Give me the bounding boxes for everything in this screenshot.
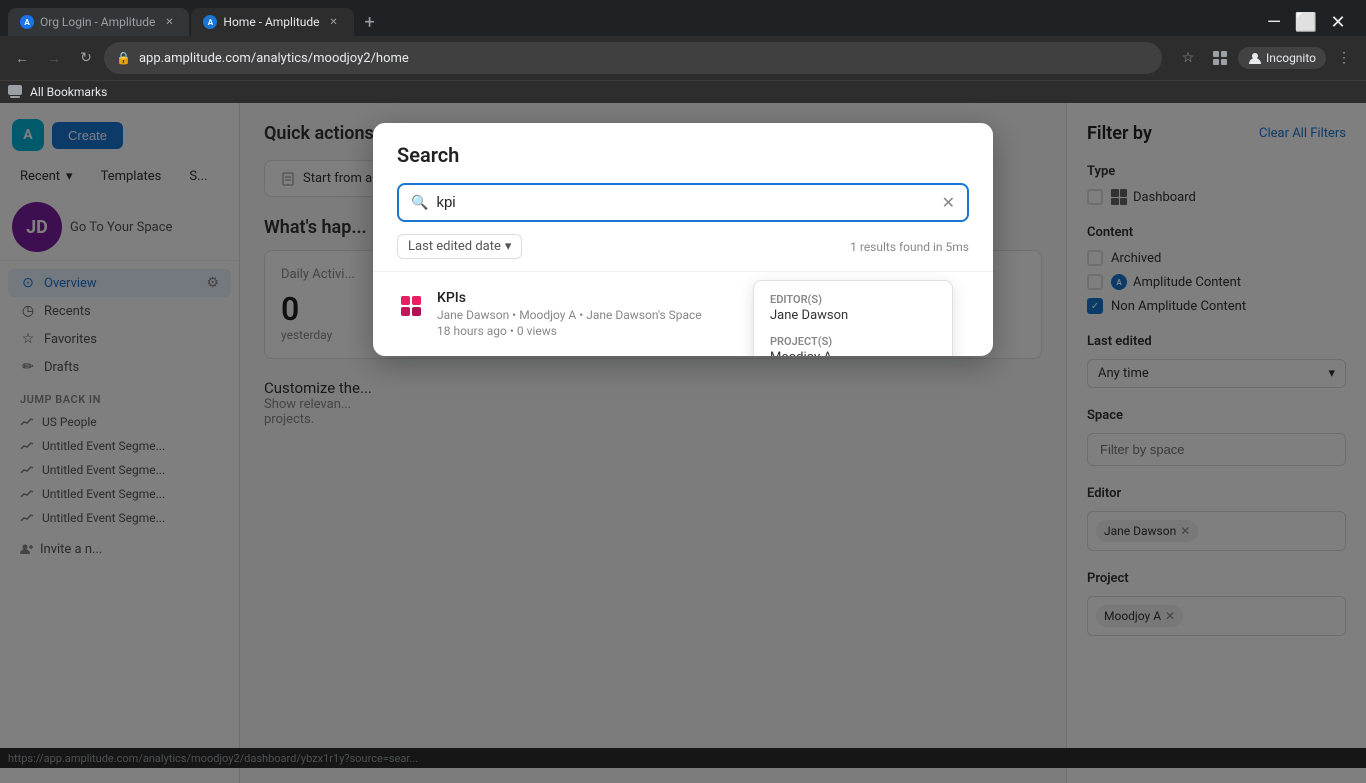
bookmarks-bar: All Bookmarks [0, 80, 1366, 103]
window-controls: — ⬜ ✕ [1262, 10, 1358, 34]
search-input-wrapper: 🔍 ✕ [397, 183, 969, 222]
address-bar[interactable]: 🔒 app.amplitude.com/analytics/moodjoy2/h… [104, 42, 1162, 74]
tab-org-login[interactable]: A Org Login - Amplitude ✕ [8, 8, 189, 36]
address-url: app.amplitude.com/analytics/moodjoy2/hom… [139, 51, 409, 66]
nav-actions: ☆ Incognito ⋮ [1174, 44, 1358, 72]
tab-bar: A Org Login - Amplitude ✕ A Home - Ampli… [0, 0, 1366, 36]
grid-cell-3 [401, 307, 410, 316]
dropdown-project-value: Moodjoy A [770, 350, 936, 356]
search-header: Search 🔍 ✕ [373, 123, 993, 222]
results-count: 1 results found in 5ms [850, 240, 969, 254]
dropdown-editor-value: Jane Dawson [770, 308, 936, 323]
tab-home[interactable]: A Home - Amplitude ✕ [191, 8, 353, 36]
last-edited-date-arrow: ▾ [505, 239, 512, 254]
tab-title-2: Home - Amplitude [223, 15, 319, 29]
tab-close-2[interactable]: ✕ [326, 14, 342, 30]
last-edited-date-button[interactable]: Last edited date ▾ [397, 234, 522, 259]
grid-cell-1 [401, 296, 410, 305]
bookmarks-icon [8, 85, 22, 99]
grid-cell-4 [412, 307, 421, 316]
last-edited-date-label: Last edited date [408, 239, 501, 254]
search-result-kpis[interactable]: KPIs Jane Dawson • Moodjoy A • Jane Daws… [373, 280, 993, 348]
star-button[interactable]: ☆ [1174, 44, 1202, 72]
minimize-button[interactable]: — [1262, 10, 1286, 34]
result-dropdown: Editor(s) Jane Dawson Project(s) Moodjoy… [753, 280, 953, 356]
dropdown-project-label: Project(s) [770, 335, 936, 348]
search-filters-bar: Last edited date ▾ 1 results found in 5m… [373, 222, 993, 272]
maximize-button[interactable]: ⬜ [1294, 10, 1318, 34]
result-kpis-icon [397, 292, 425, 320]
result-kpis-views: 0 views [517, 324, 557, 338]
nav-bar: ← → ↻ 🔒 app.amplitude.com/analytics/mood… [0, 36, 1366, 80]
app-content: A Create Recent ▾ Templates S... JD Go T… [0, 103, 1366, 783]
tab-title-1: Org Login - Amplitude [40, 15, 155, 29]
result-kpis-time-ago: 18 hours ago [437, 324, 507, 338]
dropdown-project-section: Project(s) Moodjoy A [770, 335, 936, 356]
search-input[interactable] [436, 194, 933, 211]
search-results: KPIs Jane Dawson • Moodjoy A • Jane Daws… [373, 272, 993, 356]
tab-favicon-1: A [20, 15, 34, 29]
bookmarks-label: All Bookmarks [30, 85, 107, 99]
back-button[interactable]: ← [8, 44, 36, 72]
incognito-badge[interactable]: Incognito [1238, 47, 1326, 69]
search-icon: 🔍 [411, 195, 428, 211]
menu-button[interactable]: ⋮ [1330, 44, 1358, 72]
dashboard-result-grid [401, 296, 421, 316]
result-kpis-breadcrumb: Jane Dawson • Moodjoy A • Jane Dawson's … [437, 308, 702, 322]
search-clear-button[interactable]: ✕ [942, 193, 955, 212]
tab-close-1[interactable]: ✕ [161, 14, 177, 30]
extensions-button[interactable] [1206, 44, 1234, 72]
lock-icon: 🔒 [116, 51, 131, 65]
search-title: Search [397, 143, 969, 167]
tab-favicon-2: A [203, 15, 217, 29]
close-button[interactable]: ✕ [1326, 10, 1350, 34]
forward-button[interactable]: → [40, 44, 68, 72]
dropdown-editor-label: Editor(s) [770, 293, 936, 306]
reload-button[interactable]: ↻ [72, 44, 100, 72]
result-kpis-separator: • [510, 324, 517, 338]
new-tab-button[interactable]: + [356, 8, 384, 36]
search-modal: Search 🔍 ✕ Last edited date ▾ 1 results … [373, 123, 993, 356]
dropdown-editor-section: Editor(s) Jane Dawson [770, 293, 936, 323]
incognito-label: Incognito [1266, 51, 1316, 65]
grid-cell-2 [412, 296, 421, 305]
